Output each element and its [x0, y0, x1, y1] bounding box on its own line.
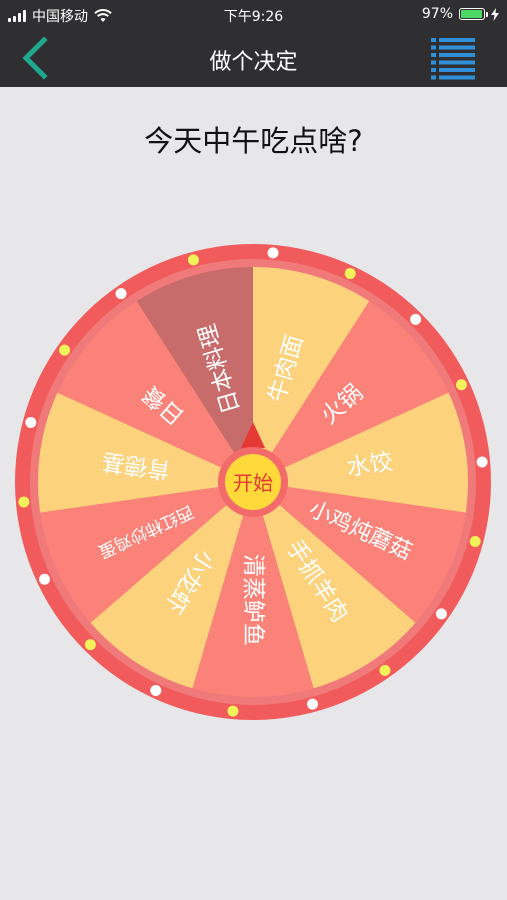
menu-bullet	[431, 68, 436, 72]
menu-line	[439, 60, 475, 65]
menu-bullet	[431, 53, 436, 57]
charging-icon	[491, 7, 499, 21]
rim-light	[25, 416, 37, 428]
wheel-canvas: 牛肉面 火锅水饺小鸡炖蘑菇手抓羊肉清蒸鲈鱼小龙虾西红柿炒鸡蛋肯德基日餐 日本料理 开…	[15, 244, 491, 720]
menu-bullet	[431, 60, 436, 65]
nav-bar: 做个决定	[0, 30, 507, 87]
status-right: 97%	[422, 6, 499, 22]
battery-percent: 97%	[421, 6, 453, 22]
menu-line	[439, 38, 475, 42]
menu-bullet	[431, 45, 436, 50]
rim-light	[187, 254, 199, 266]
menu-bullet	[431, 38, 436, 42]
rim-light	[18, 496, 30, 508]
start-button-label[interactable]: 开始	[233, 471, 273, 495]
menu-line	[439, 75, 475, 80]
rim-light	[476, 456, 488, 468]
battery-fill	[461, 10, 483, 18]
menu-button[interactable]	[429, 34, 477, 82]
rim-light	[115, 288, 127, 300]
rim-light	[455, 379, 467, 391]
rim-light	[150, 684, 162, 696]
rim-light	[59, 344, 71, 356]
rim-light	[435, 608, 447, 620]
list-icon	[431, 38, 475, 80]
wheel-segment-label: 清蒸鲈鱼	[240, 554, 266, 646]
menu-bullet	[431, 75, 436, 80]
rim-light	[410, 313, 422, 325]
rim-light	[84, 639, 96, 651]
menu-line	[439, 68, 475, 72]
rim-light	[344, 268, 356, 280]
decision-wheel[interactable]: 牛肉面 火锅 水饺 小鸡炖蘑菇 手抓羊肉 清蒸鲈鱼 小龙虾 西红柿炒鸡蛋 肯德基 日餐 日本料理 开…	[13, 242, 493, 722]
rim-light	[39, 573, 51, 585]
rim-light	[379, 664, 391, 676]
question-title: 今天中午吃点啥?	[144, 124, 363, 158]
rim-light	[469, 536, 481, 548]
rim-light	[307, 698, 319, 710]
menu-line	[439, 45, 475, 50]
status-bar: 中国移动 下午9:26 97%	[0, 0, 507, 30]
rim-light	[267, 247, 279, 259]
battery-icon	[459, 8, 488, 20]
menu-line	[439, 53, 475, 57]
rim-light	[227, 705, 239, 717]
